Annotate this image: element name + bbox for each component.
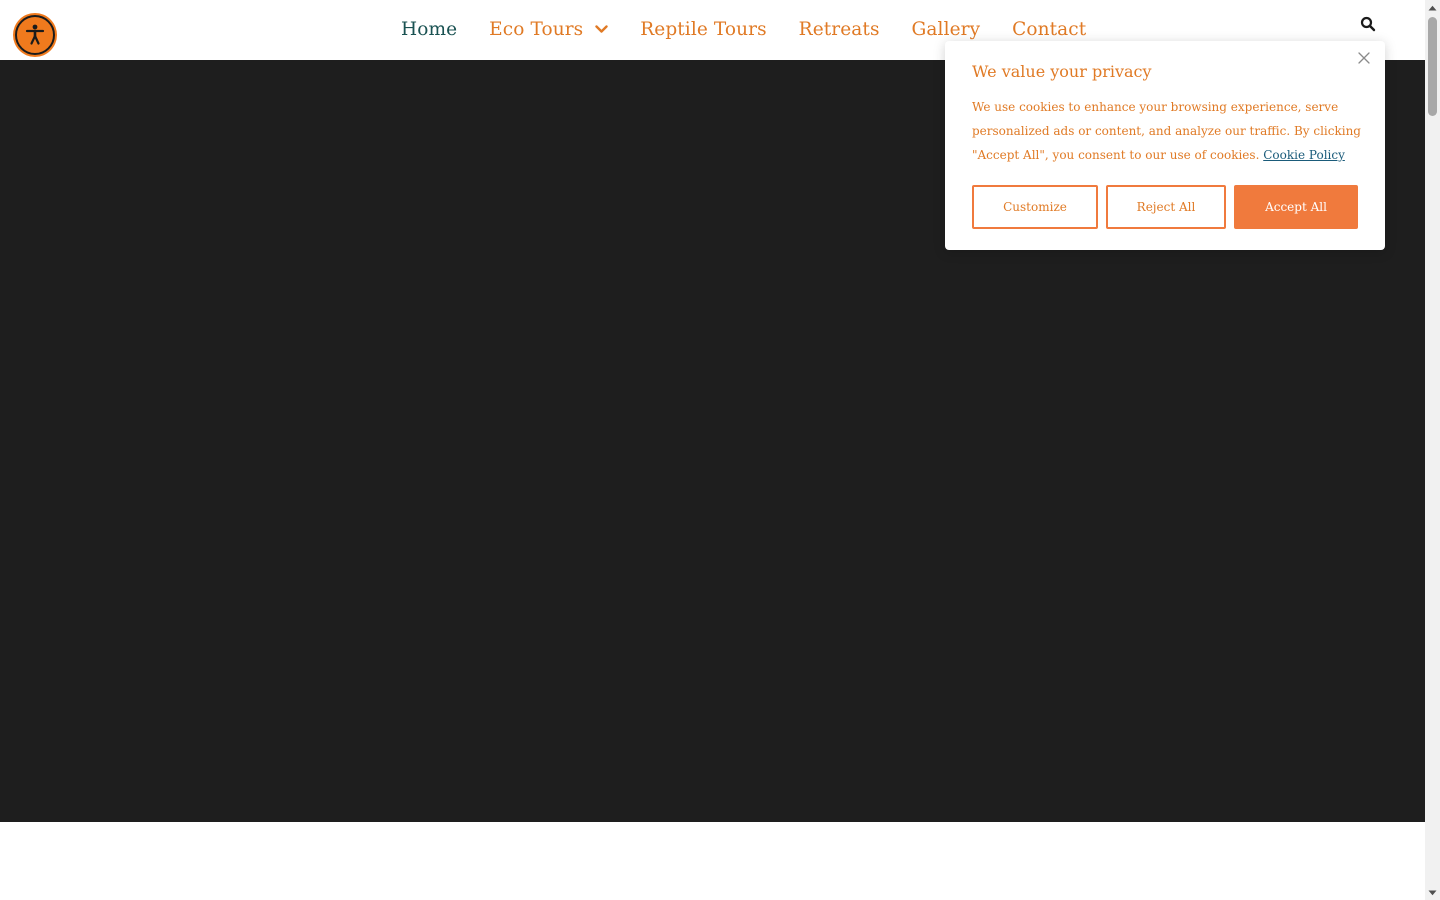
- nav-gallery[interactable]: Gallery: [912, 19, 981, 40]
- search-icon[interactable]: [1360, 16, 1376, 32]
- page-scrollbar[interactable]: [1425, 0, 1440, 900]
- nav-eco-tours[interactable]: Eco Tours: [489, 19, 608, 40]
- accept-all-button[interactable]: Accept All: [1234, 185, 1358, 229]
- nav-contact[interactable]: Contact: [1012, 19, 1086, 40]
- accessibility-button[interactable]: [13, 13, 57, 57]
- cookie-description: We use cookies to enhance your browsing …: [972, 95, 1364, 167]
- scroll-down-arrow-icon[interactable]: [1425, 885, 1440, 900]
- chevron-down-icon: [595, 24, 608, 34]
- cookie-title: We value your privacy: [972, 62, 1152, 81]
- cookie-consent-banner: We value your privacy We use cookies to …: [945, 41, 1385, 250]
- scrollbar-thumb[interactable]: [1428, 17, 1437, 116]
- nav-eco-tours-label: Eco Tours: [489, 18, 584, 40]
- main-nav: Home Eco Tours Reptile Tours Retreats Ga…: [401, 14, 1118, 44]
- reject-all-button[interactable]: Reject All: [1106, 185, 1226, 229]
- nav-home[interactable]: Home: [401, 19, 457, 40]
- customize-button[interactable]: Customize: [972, 185, 1098, 229]
- close-icon[interactable]: [1357, 51, 1371, 65]
- page: Home Eco Tours Reptile Tours Retreats Ga…: [0, 0, 1440, 900]
- nav-retreats[interactable]: Retreats: [799, 19, 880, 40]
- scroll-up-arrow-icon[interactable]: [1425, 0, 1440, 15]
- nav-reptile-tours[interactable]: Reptile Tours: [640, 19, 766, 40]
- cookie-policy-link[interactable]: Cookie Policy: [1263, 148, 1345, 162]
